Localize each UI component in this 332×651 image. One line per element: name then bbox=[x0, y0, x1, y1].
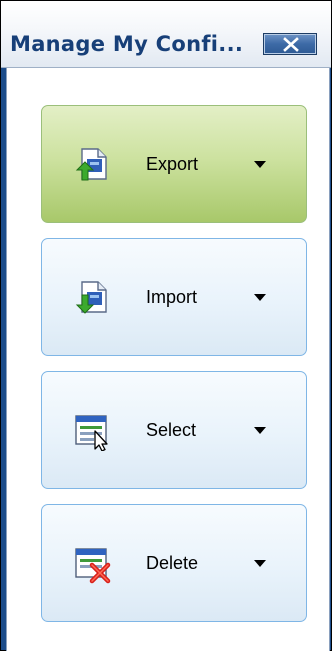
select-button[interactable]: Select bbox=[41, 371, 307, 489]
chevron-down-icon[interactable] bbox=[254, 560, 266, 567]
import-button[interactable]: Import bbox=[41, 238, 307, 356]
export-icon bbox=[75, 148, 107, 181]
title-bar: Manage My Confi... bbox=[1, 1, 331, 68]
chevron-down-icon[interactable] bbox=[254, 427, 266, 434]
select-label: Select bbox=[146, 420, 197, 440]
window-title: Manage My Confi... bbox=[10, 32, 244, 56]
content-panel: Export Import Select Delete bbox=[6, 68, 330, 651]
delete-label: Delete bbox=[146, 553, 199, 573]
window: Manage My Confi... Export Import Select … bbox=[0, 0, 332, 651]
delete-button[interactable]: Delete bbox=[41, 504, 307, 622]
select-icon bbox=[75, 415, 108, 451]
export-button[interactable]: Export bbox=[41, 105, 307, 223]
chevron-down-icon[interactable] bbox=[254, 161, 266, 168]
delete-icon bbox=[75, 548, 111, 584]
chevron-down-icon[interactable] bbox=[254, 294, 266, 301]
close-icon bbox=[283, 37, 299, 52]
export-label: Export bbox=[146, 154, 199, 174]
import-label: Import bbox=[146, 287, 198, 307]
close-button[interactable] bbox=[263, 33, 317, 55]
import-icon bbox=[75, 281, 107, 314]
